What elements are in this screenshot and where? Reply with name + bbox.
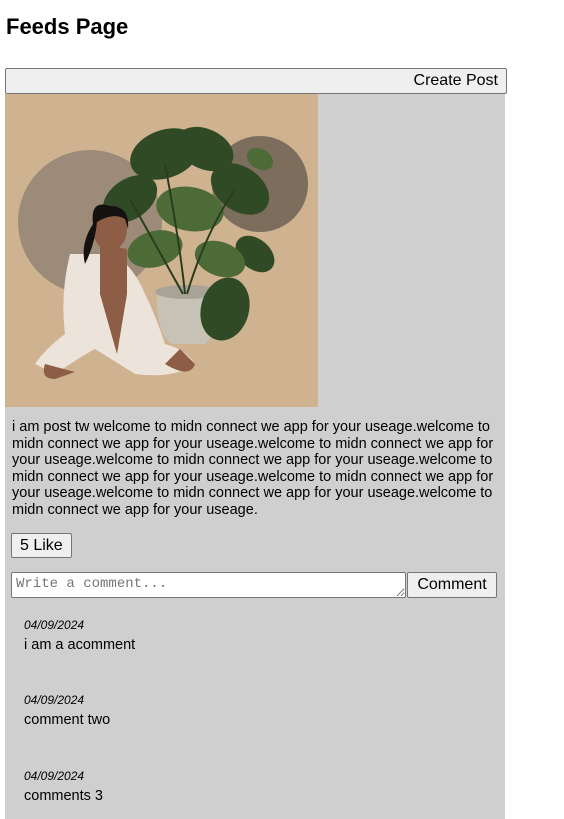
create-post-button[interactable]: Create Post: [5, 68, 507, 94]
post-image: [5, 94, 318, 407]
comment-input[interactable]: [11, 572, 406, 598]
comment-text: comment two: [24, 712, 111, 728]
comment-text: comments 3: [24, 788, 103, 804]
comment-item: 04/09/2024 comment two: [24, 693, 110, 729]
comment-item: 04/09/2024 comments 3: [24, 769, 103, 805]
post-text: i am post tw welcome to midn connect we …: [12, 419, 494, 518]
comment-date: 04/09/2024: [24, 618, 85, 632]
comment-item: 04/09/2024 i am a acomment: [24, 618, 135, 654]
comment-text: i am a acomment: [24, 637, 136, 653]
post-card: i am post tw welcome to midn connect we …: [5, 94, 505, 819]
like-button[interactable]: 5 Like: [11, 533, 72, 558]
comment-date: 04/09/2024: [24, 769, 85, 783]
comment-date: 04/09/2024: [24, 693, 85, 707]
comment-button[interactable]: Comment: [407, 572, 497, 598]
page-title: Feeds Page: [6, 14, 129, 39]
